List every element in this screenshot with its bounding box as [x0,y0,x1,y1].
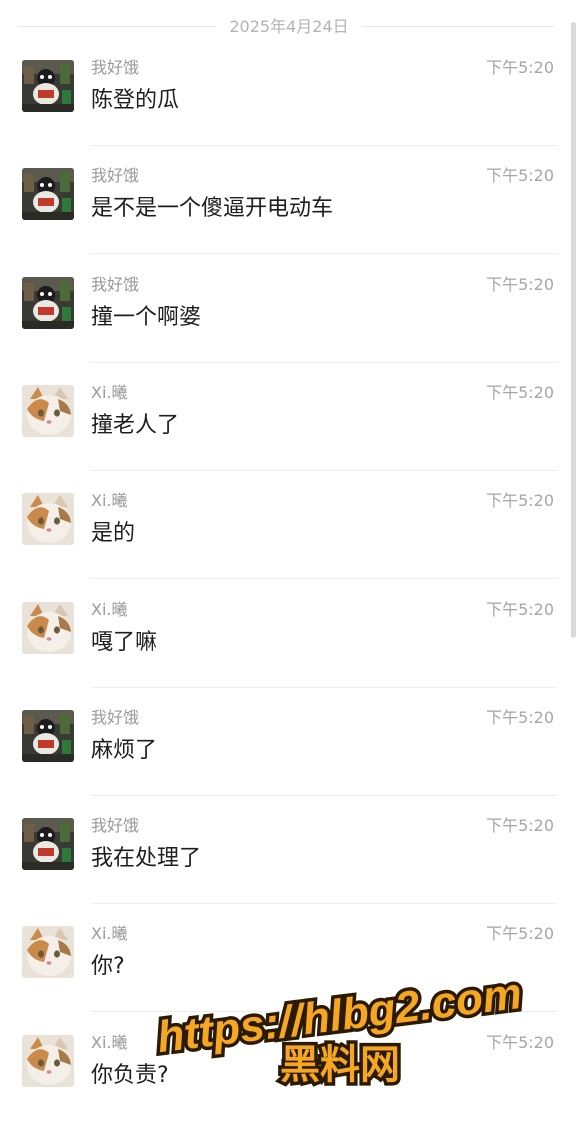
message-row[interactable]: Xi.曦 下午5:20 你负责? [0,1032,578,1143]
sender-name[interactable]: Xi.曦 [91,1032,128,1054]
cat-photo-avatar[interactable] [22,602,74,654]
sender-name[interactable]: Xi.曦 [91,382,128,404]
message-text[interactable]: 是的 [91,517,135,551]
sender-name[interactable]: 我好饿 [91,274,139,296]
message-separator [91,687,557,688]
toy-photo-avatar[interactable] [22,818,74,870]
message-time: 下午5:20 [486,924,554,943]
sender-name[interactable]: 我好饿 [91,57,139,79]
message-time: 下午5:20 [486,491,554,510]
sender-name[interactable]: Xi.曦 [91,599,128,621]
message-text[interactable]: 撞老人了 [91,409,179,443]
message-time: 下午5:20 [486,166,554,185]
message-row[interactable]: Xi.曦 下午5:20 撞老人了 [0,382,578,493]
message-separator [91,795,557,796]
message-separator [91,578,557,579]
message-text[interactable]: 你? [91,950,125,984]
cat-photo-avatar[interactable] [22,926,74,978]
message-row[interactable]: 我好饿 下午5:20 撞一个啊婆 [0,274,578,385]
toy-photo-avatar[interactable] [22,710,74,762]
message-text[interactable]: 我在处理了 [91,842,201,876]
message-row[interactable]: 我好饿 下午5:20 陈登的瓜 [0,57,578,168]
message-time: 下午5:20 [486,600,554,619]
message-text[interactable]: 嘎了嘛 [91,626,157,660]
message-time: 下午5:20 [486,275,554,294]
message-row[interactable]: Xi.曦 下午5:20 嘎了嘛 [0,599,578,710]
sender-name[interactable]: 我好饿 [91,815,139,837]
message-time: 下午5:20 [486,816,554,835]
message-text[interactable]: 撞一个啊婆 [91,301,201,335]
message-separator [91,1011,557,1012]
cat-photo-avatar[interactable] [22,385,74,437]
message-text[interactable]: 陈登的瓜 [91,84,179,118]
toy-photo-avatar[interactable] [22,277,74,329]
message-separator [91,903,557,904]
message-time: 下午5:20 [486,383,554,402]
message-row[interactable]: Xi.曦 下午5:20 你? [0,923,578,1034]
cat-photo-avatar[interactable] [22,493,74,545]
sender-name[interactable]: 我好饿 [91,707,139,729]
message-separator [91,362,557,363]
toy-photo-avatar[interactable] [22,60,74,112]
sender-name[interactable]: Xi.曦 [91,490,128,512]
cat-photo-avatar[interactable] [22,1035,74,1087]
message-text[interactable]: 是不是一个傻逼开电动车 [91,192,333,226]
message-separator [91,470,557,471]
sender-name[interactable]: 我好饿 [91,165,139,187]
message-time: 下午5:20 [486,708,554,727]
message-time: 下午5:20 [486,1033,554,1052]
sender-name[interactable]: Xi.曦 [91,923,128,945]
message-row[interactable]: 我好饿 下午5:20 我在处理了 [0,815,578,926]
message-separator [91,145,557,146]
message-row[interactable]: Xi.曦 下午5:20 是的 [0,490,578,601]
message-text[interactable]: 你负责? [91,1059,169,1093]
message-text[interactable]: 麻烦了 [91,734,157,768]
message-row[interactable]: 我好饿 下午5:20 是不是一个傻逼开电动车 [0,165,578,276]
message-row[interactable]: 我好饿 下午5:20 麻烦了 [0,707,578,818]
message-time: 下午5:20 [486,58,554,77]
scrollbar[interactable] [571,22,576,638]
chat-message-list[interactable]: 我好饿 下午5:20 陈登的瓜 我好饿 下午5:20 是不是一个傻逼开电动车 我好饿 下午5:… [0,0,578,1116]
toy-photo-avatar[interactable] [22,168,74,220]
message-separator [91,253,557,254]
